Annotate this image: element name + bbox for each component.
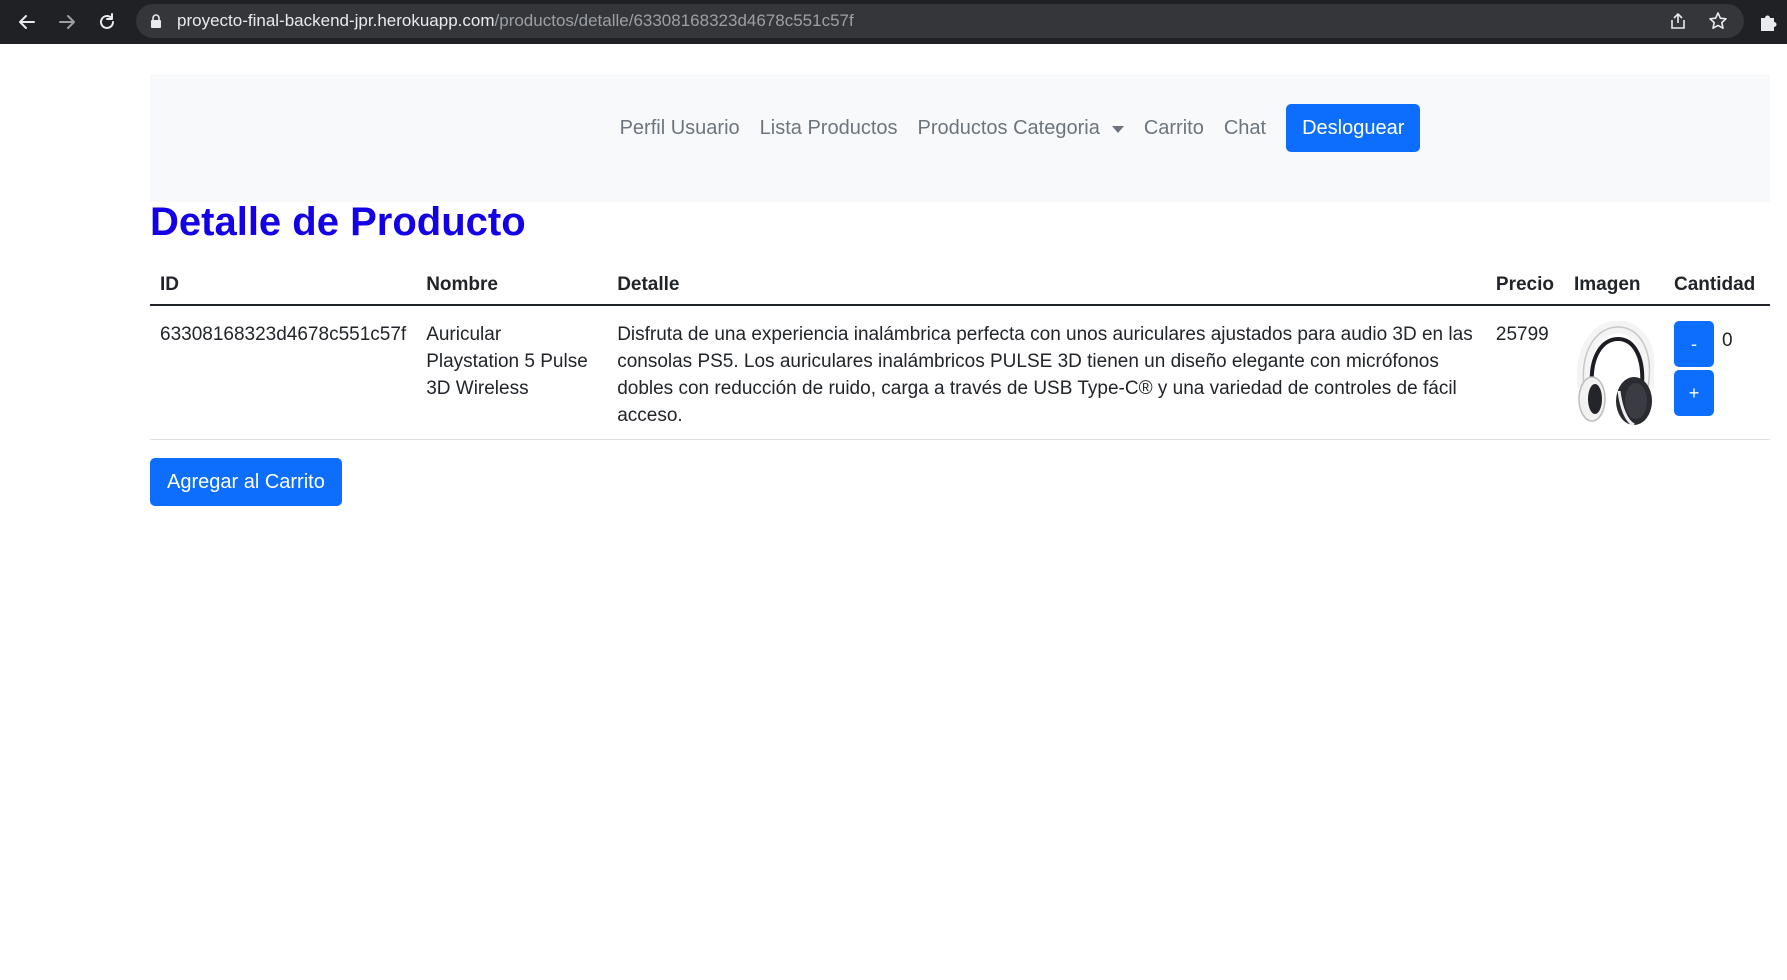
- nav-link-carrito[interactable]: Carrito: [1134, 104, 1214, 152]
- cell-nombre: Auricular Playstation 5 Pulse 3D Wireles…: [416, 305, 608, 440]
- nav-link-chat[interactable]: Chat: [1214, 104, 1276, 152]
- headset-image: [1576, 321, 1654, 427]
- table-row: 63308168323d4678c551c57f Auricular Plays…: [150, 305, 1770, 440]
- header-nombre: Nombre: [416, 262, 608, 306]
- header-cantidad: Cantidad: [1664, 262, 1770, 306]
- cell-id: 63308168323d4678c551c57f: [150, 305, 417, 440]
- bookmark-star-icon[interactable]: [1706, 9, 1730, 33]
- forward-arrow-icon[interactable]: [51, 6, 83, 38]
- page-title: Detalle de Producto: [150, 200, 526, 244]
- lock-icon: [150, 14, 162, 33]
- nav-link-lista-productos[interactable]: Lista Productos: [750, 104, 908, 152]
- quantity-value: 0: [1722, 330, 1733, 351]
- product-detail-table: ID Nombre Detalle Precio Imagen Cantidad…: [150, 262, 1770, 440]
- decrease-quantity-button[interactable]: -: [1674, 321, 1714, 367]
- cell-imagen: [1564, 305, 1664, 440]
- address-bar[interactable]: proyecto-final-backend-jpr.herokuapp.com…: [136, 4, 1744, 38]
- header-imagen: Imagen: [1564, 262, 1664, 306]
- nav-dropdown-productos-categoria[interactable]: Productos Categoria: [908, 104, 1134, 152]
- header-detalle: Detalle: [607, 262, 1486, 306]
- nav-link-perfil-usuario[interactable]: Perfil Usuario: [610, 104, 750, 152]
- quantity-stepper: - + 0: [1674, 321, 1760, 419]
- caret-down-icon: [1111, 125, 1124, 133]
- quantity-buttons: - +: [1674, 321, 1714, 419]
- nav-links: Perfil Usuario Lista Productos Productos…: [150, 104, 1770, 152]
- add-to-cart-button[interactable]: Agregar al Carrito: [150, 458, 342, 506]
- nav-dropdown-label: Productos Categoria: [917, 117, 1100, 139]
- back-arrow-icon[interactable]: [11, 6, 43, 38]
- header-precio: Precio: [1485, 262, 1564, 306]
- url-path: /productos/detalle/63308168323d4678c551c…: [494, 11, 854, 30]
- extensions-puzzle-icon[interactable]: [1755, 9, 1781, 35]
- main-navbar: Perfil Usuario Lista Productos Productos…: [150, 74, 1770, 202]
- share-icon[interactable]: [1666, 9, 1690, 33]
- cell-cantidad: - + 0: [1664, 305, 1770, 440]
- increase-quantity-button[interactable]: +: [1674, 370, 1714, 416]
- cell-detalle: Disfruta de una experiencia inalámbrica …: [607, 305, 1486, 440]
- url-text: proyecto-final-backend-jpr.herokuapp.com…: [177, 4, 854, 38]
- browser-toolbar: proyecto-final-backend-jpr.herokuapp.com…: [0, 0, 1787, 44]
- cell-precio: 25799: [1485, 305, 1564, 440]
- logout-button[interactable]: Desloguear: [1286, 104, 1421, 152]
- url-host: proyecto-final-backend-jpr.herokuapp.com: [177, 11, 495, 30]
- reload-icon[interactable]: [91, 6, 123, 38]
- table-header-row: ID Nombre Detalle Precio Imagen Cantidad: [150, 262, 1770, 306]
- header-id: ID: [150, 262, 417, 306]
